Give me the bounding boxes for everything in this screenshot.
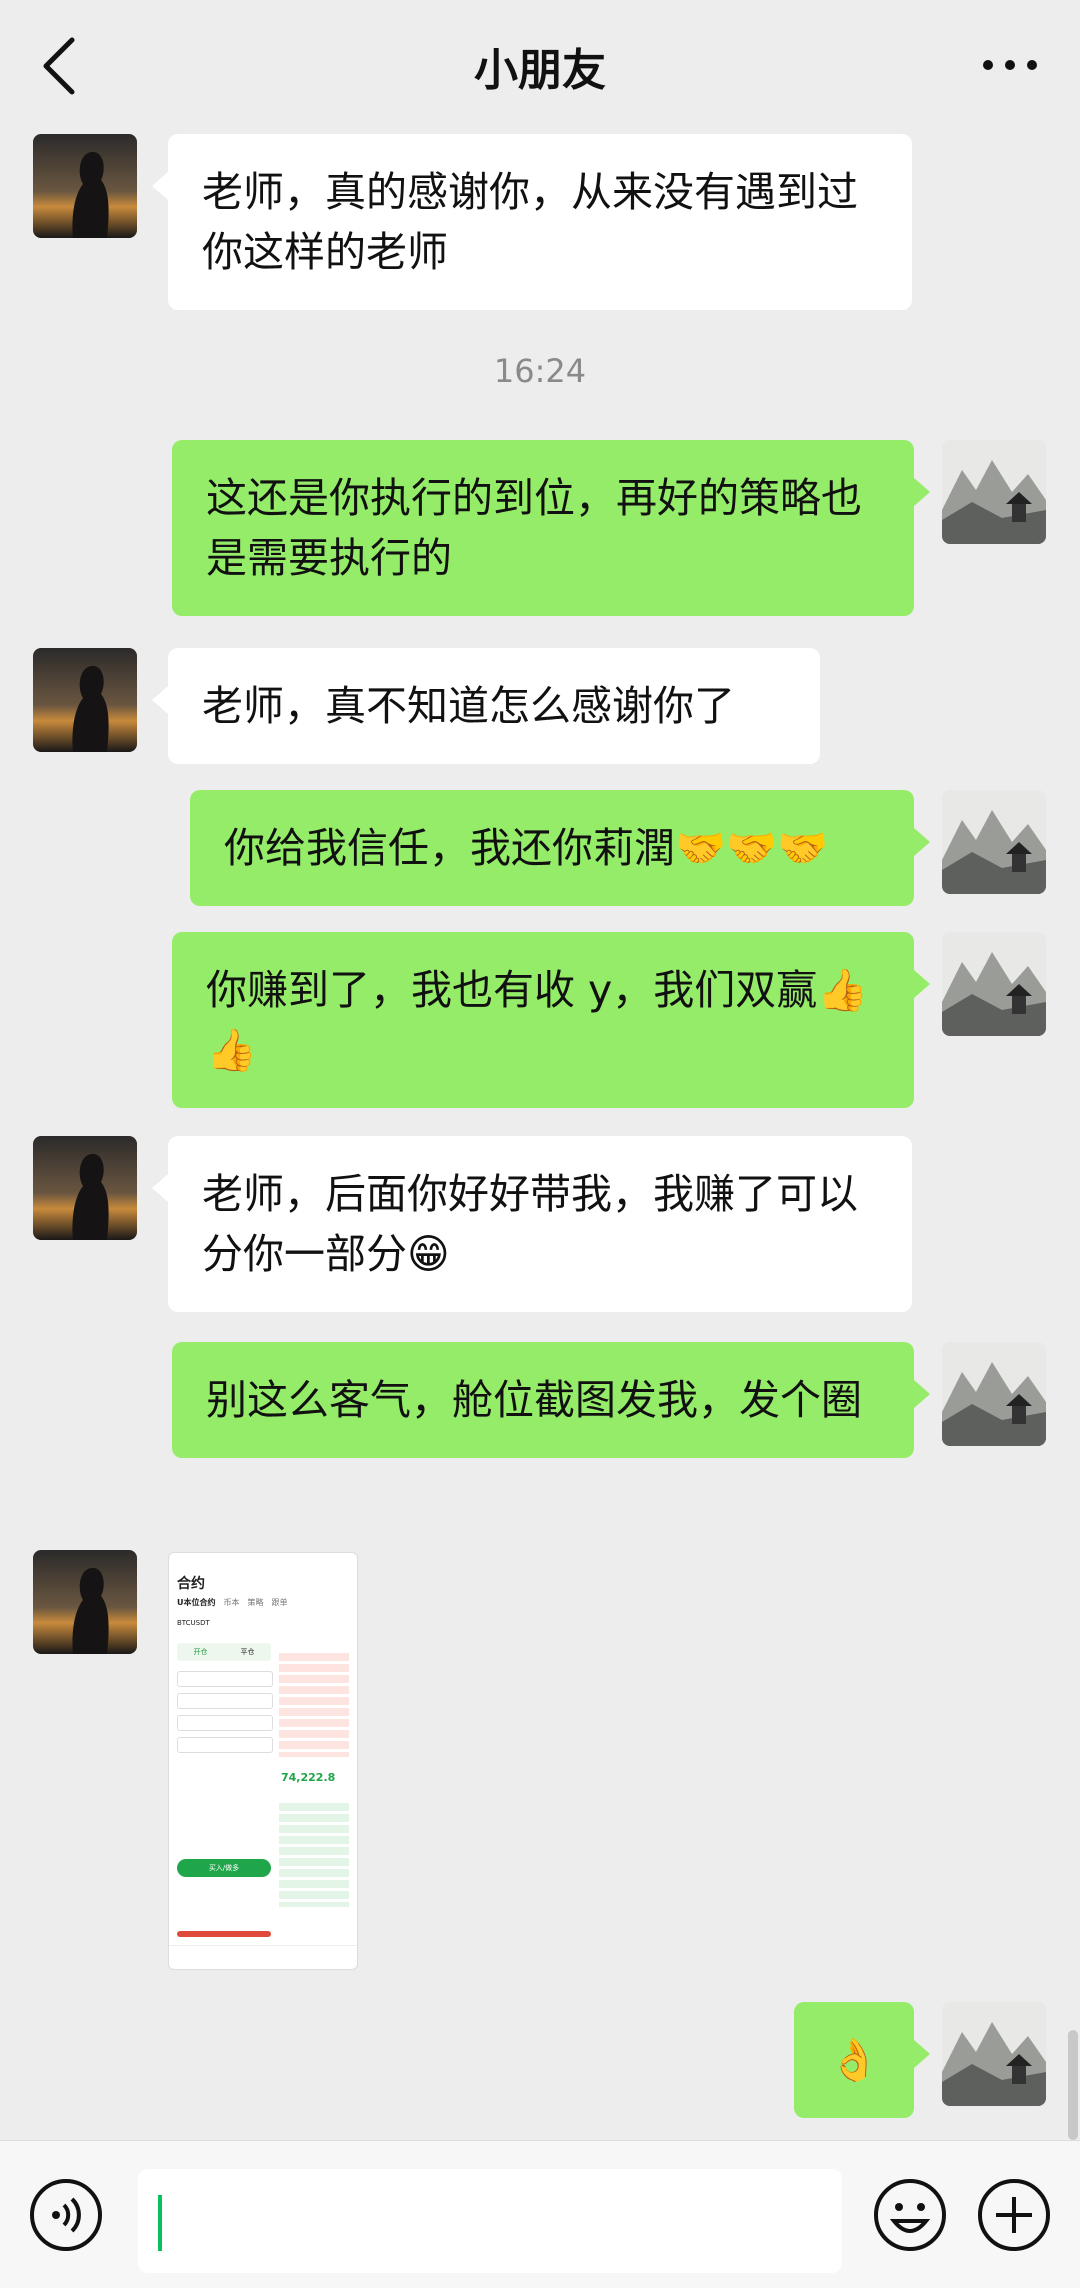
- message-bubble-sent[interactable]: 👌: [794, 2002, 930, 2118]
- my-avatar[interactable]: [942, 2002, 1046, 2106]
- contact-avatar[interactable]: [33, 1550, 137, 1654]
- more-icon[interactable]: [980, 50, 1040, 80]
- scrollbar[interactable]: [1068, 2030, 1078, 2140]
- shot-sell-button: [177, 1931, 271, 1937]
- shot-open: 开仓: [193, 1648, 208, 1656]
- shot-tab: 跟单: [271, 1598, 288, 1607]
- shot-title: 合约: [177, 1576, 205, 1592]
- shot-tab: U本位合约: [177, 1598, 216, 1607]
- chat-header: 小朋友: [0, 0, 1080, 130]
- my-avatar[interactable]: [942, 1342, 1046, 1446]
- voice-icon[interactable]: [28, 2177, 104, 2253]
- shot-tabs: U本位合约 币本 策略 跟单: [177, 1597, 288, 1608]
- contact-avatar[interactable]: [33, 1136, 137, 1240]
- message-bubble-sent[interactable]: 你赚到了，我也有收 y，我们双赢👍👍: [172, 932, 930, 1108]
- input-bar: [0, 2140, 1080, 2288]
- shot-field: [177, 1737, 273, 1753]
- chat-title: 小朋友: [474, 45, 606, 96]
- contact-avatar[interactable]: [33, 134, 137, 238]
- message-bubble-received[interactable]: 老师，真的感谢你，从来没有遇到过你这样的老师: [152, 134, 912, 310]
- shot-asks: [279, 1653, 349, 1757]
- message-bubble-sent[interactable]: 你给我信任，我还你莉潤🤝🤝🤝: [190, 790, 930, 906]
- message-bubble-received[interactable]: 老师，真不知道怎么感谢你了: [152, 648, 820, 764]
- my-avatar[interactable]: [942, 440, 1046, 544]
- timestamp-divider: 16:24: [493, 352, 587, 390]
- shot-price: 74,222.8: [281, 1771, 336, 1784]
- message-input[interactable]: [138, 2169, 842, 2273]
- emoji-icon[interactable]: [872, 2177, 948, 2253]
- my-avatar[interactable]: [942, 790, 1046, 894]
- shot-close: 平仓: [240, 1648, 255, 1656]
- shot-buy-button: 买入/做多: [177, 1859, 271, 1877]
- shot-pair: BTCUSDT: [177, 1619, 210, 1627]
- shot-field: [177, 1693, 273, 1709]
- shot-field: [177, 1671, 273, 1687]
- shot-bids: [279, 1803, 349, 1907]
- shot-tab: 币本: [223, 1598, 240, 1607]
- message-bubble-received[interactable]: 老师，后面你好好带我，我赚了可以分你一部分😁: [152, 1136, 912, 1312]
- message-bubble-sent[interactable]: 这还是你执行的到位，再好的策略也是需要执行的: [172, 440, 930, 616]
- plus-icon[interactable]: [976, 2177, 1052, 2253]
- shot-tab: 策略: [247, 1598, 264, 1607]
- message-bubble-sent[interactable]: 别这么客气，舱位截图发我，发个圈: [172, 1342, 930, 1458]
- shot-tabbar: [169, 1945, 357, 1969]
- my-avatar[interactable]: [942, 932, 1046, 1036]
- image-message[interactable]: 合约 U本位合约 币本 策略 跟单 BTCUSDT 开仓 平仓 买入/做多 74…: [168, 1552, 358, 1970]
- contact-avatar[interactable]: [33, 648, 137, 752]
- shot-order-tabs: 开仓 平仓: [177, 1643, 271, 1661]
- shot-field: [177, 1715, 273, 1731]
- text-caret: [158, 2195, 162, 2251]
